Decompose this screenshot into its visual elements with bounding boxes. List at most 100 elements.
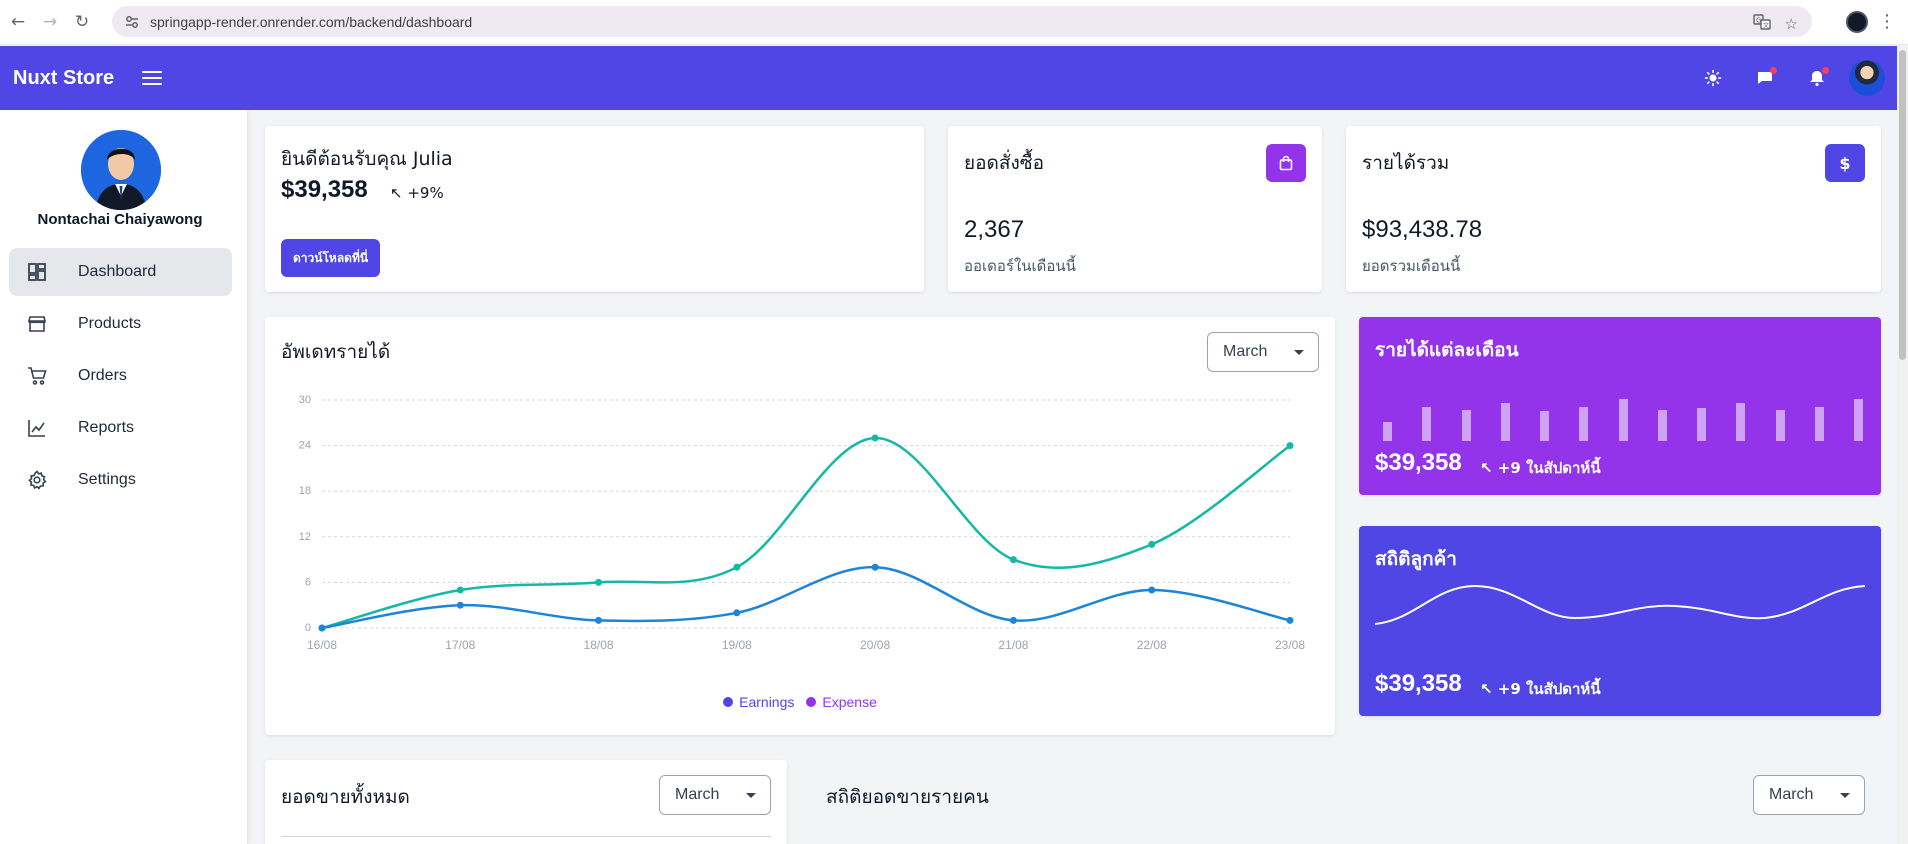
revenue-subtitle: ยอดรวมเดือนนี้ (1362, 257, 1461, 275)
message-badge (1770, 67, 1777, 74)
notification-bell-icon[interactable] (1797, 58, 1837, 98)
mini-bar (1814, 406, 1824, 441)
y-tick-label: 24 (299, 440, 311, 452)
data-point-earnings (456, 601, 464, 609)
brand-logo[interactable]: Nuxt Store (13, 67, 114, 90)
site-settings-icon[interactable] (124, 14, 140, 30)
translate-icon[interactable]: G文 (1752, 13, 1771, 35)
download-button[interactable]: ดาวน์โหลดที่นี่ (281, 239, 381, 277)
x-tick-label: 21/08 (998, 638, 1028, 652)
sidebar: Nontachai Chaiyawong Dashboard Products … (0, 110, 248, 844)
chart-line-icon (26, 417, 48, 439)
y-tick-label: 6 (305, 576, 311, 588)
x-tick-label: 17/08 (445, 638, 475, 652)
mini-bar (1579, 406, 1589, 441)
x-tick-label: 23/08 (1275, 638, 1305, 652)
sidebar-item-reports[interactable]: Reports (9, 404, 232, 452)
data-point-earnings (1009, 616, 1017, 624)
browser-menu-icon[interactable]: ⋮ (1878, 11, 1896, 32)
svg-text:文: 文 (1763, 22, 1769, 30)
data-point-earnings (871, 563, 879, 571)
sidebar-item-dashboard[interactable]: Dashboard (9, 248, 232, 296)
browser-toolbar: ← → ↻ springapp-render.onrender.com/back… (0, 0, 1908, 45)
address-bar[interactable]: springapp-render.onrender.com/backend/da… (112, 6, 1812, 37)
x-tick-label: 16/08 (307, 638, 337, 652)
data-point-earnings (595, 616, 603, 624)
total-sales-month-select[interactable]: March (659, 775, 771, 815)
person-sales-section: สถิติยอดขายรายคน March (810, 760, 1881, 844)
bookmark-star-icon[interactable]: ☆ (1785, 15, 1798, 33)
back-icon[interactable]: ← (4, 8, 32, 36)
data-point-expense (456, 586, 464, 594)
chart-legend: Earnings Expense (265, 694, 1335, 710)
theme-toggle-icon[interactable] (1693, 58, 1733, 98)
person-sales-month-select[interactable]: March (1753, 775, 1865, 815)
sidebar-item-label: Dashboard (78, 263, 157, 280)
y-tick-label: 18 (299, 485, 311, 497)
mini-bar (1422, 406, 1432, 441)
customer-stats-trend: ↖ +9 ในสัปดาห์นี้ (1480, 680, 1601, 698)
sidebar-item-label: Orders (78, 367, 127, 384)
cart-icon (26, 365, 48, 387)
data-point-earnings (733, 609, 741, 617)
mini-bar (1500, 402, 1510, 441)
x-tick-label: 22/08 (1137, 638, 1167, 652)
mini-bar (1775, 410, 1785, 441)
customer-stats-card: สถิติลูกค้า $39,358 ↖ +9 ในสัปดาห์นี้ (1359, 526, 1881, 716)
customer-stats-sparkline (1375, 584, 1865, 625)
data-point-expense (1286, 442, 1294, 450)
divider (281, 836, 771, 837)
sidebar-item-orders[interactable]: Orders (9, 352, 232, 400)
mini-bar (1697, 408, 1706, 441)
profile-avatar[interactable] (81, 130, 161, 210)
notification-badge (1822, 67, 1829, 74)
welcome-amount: $39,358 (281, 176, 368, 203)
sidebar-item-label: Reports (78, 419, 135, 436)
legend-dot (723, 697, 734, 707)
browser-profile-avatar[interactable] (1846, 11, 1868, 33)
gear-icon (26, 469, 48, 491)
hamburger-menu-icon[interactable] (142, 71, 163, 85)
earnings-chart: 0 6 12 18 24 30 16/08 17/08 18/08 19/08 20/08 21/08… (299, 394, 1306, 652)
customer-stats-title: สถิติลูกค้า (1375, 548, 1457, 570)
app-header: Nuxt Store (0, 46, 1897, 110)
sidebar-menu: Dashboard Products Orders Reports Settin… (9, 248, 232, 508)
y-tick-label: 0 (305, 622, 311, 634)
header-user-avatar[interactable] (1849, 60, 1885, 96)
revenue-title: รายได้รวม (1362, 152, 1450, 174)
chart-month-select[interactable]: March (1207, 332, 1319, 372)
reload-icon[interactable]: ↻ (68, 8, 96, 36)
welcome-trend: ↖ +9% (390, 184, 444, 202)
page-scrollbar[interactable] (1897, 46, 1908, 844)
forward-icon[interactable]: → (36, 8, 64, 36)
welcome-greeting: ยินดีต้อนรับคุณ Julia (281, 148, 453, 170)
legend-item-expense[interactable]: Expense (806, 694, 877, 710)
profile-name: Nontachai Chaiyawong (37, 211, 203, 228)
person-sales-month-value: March (1769, 786, 1814, 803)
earnings-chart-card: 0 6 12 18 24 30 16/08 17/08 18/08 19/08 20/08 21/08… (265, 317, 1335, 735)
x-tick-label: 19/08 (722, 638, 752, 652)
total-sales-month-value: March (675, 786, 720, 803)
series-line-earnings (321, 565, 1291, 630)
shopping-bag-icon (1266, 144, 1306, 182)
mini-bar (1854, 398, 1863, 441)
legend-label: Earnings (739, 694, 795, 710)
mini-bar (1383, 422, 1392, 441)
legend-label: Expense (822, 694, 877, 710)
revenue-value: $93,438.78 (1362, 216, 1483, 243)
sidebar-item-products[interactable]: Products (9, 300, 232, 348)
total-sales-card: ยอดขายทั้งหมด March (265, 760, 787, 844)
message-icon[interactable] (1745, 58, 1785, 98)
welcome-card: ยินดีต้อนรับคุณ Julia $39,358 ↖ +9% ดาวน… (265, 126, 924, 292)
data-point-expense (1148, 540, 1156, 548)
legend-item-earnings[interactable]: Earnings (723, 694, 794, 710)
mini-bar (1736, 402, 1746, 441)
legend-dot (806, 697, 817, 707)
sidebar-item-settings[interactable]: Settings (9, 456, 232, 504)
scrollbar-thumb[interactable] (1899, 50, 1906, 360)
monthly-revenue-bars (1383, 379, 1863, 441)
data-point-earnings (1286, 616, 1294, 624)
y-tick-label: 12 (299, 531, 311, 543)
orders-subtitle: ออเดอร์ในเดือนนี้ (964, 257, 1076, 275)
x-tick-label: 20/08 (860, 638, 890, 652)
